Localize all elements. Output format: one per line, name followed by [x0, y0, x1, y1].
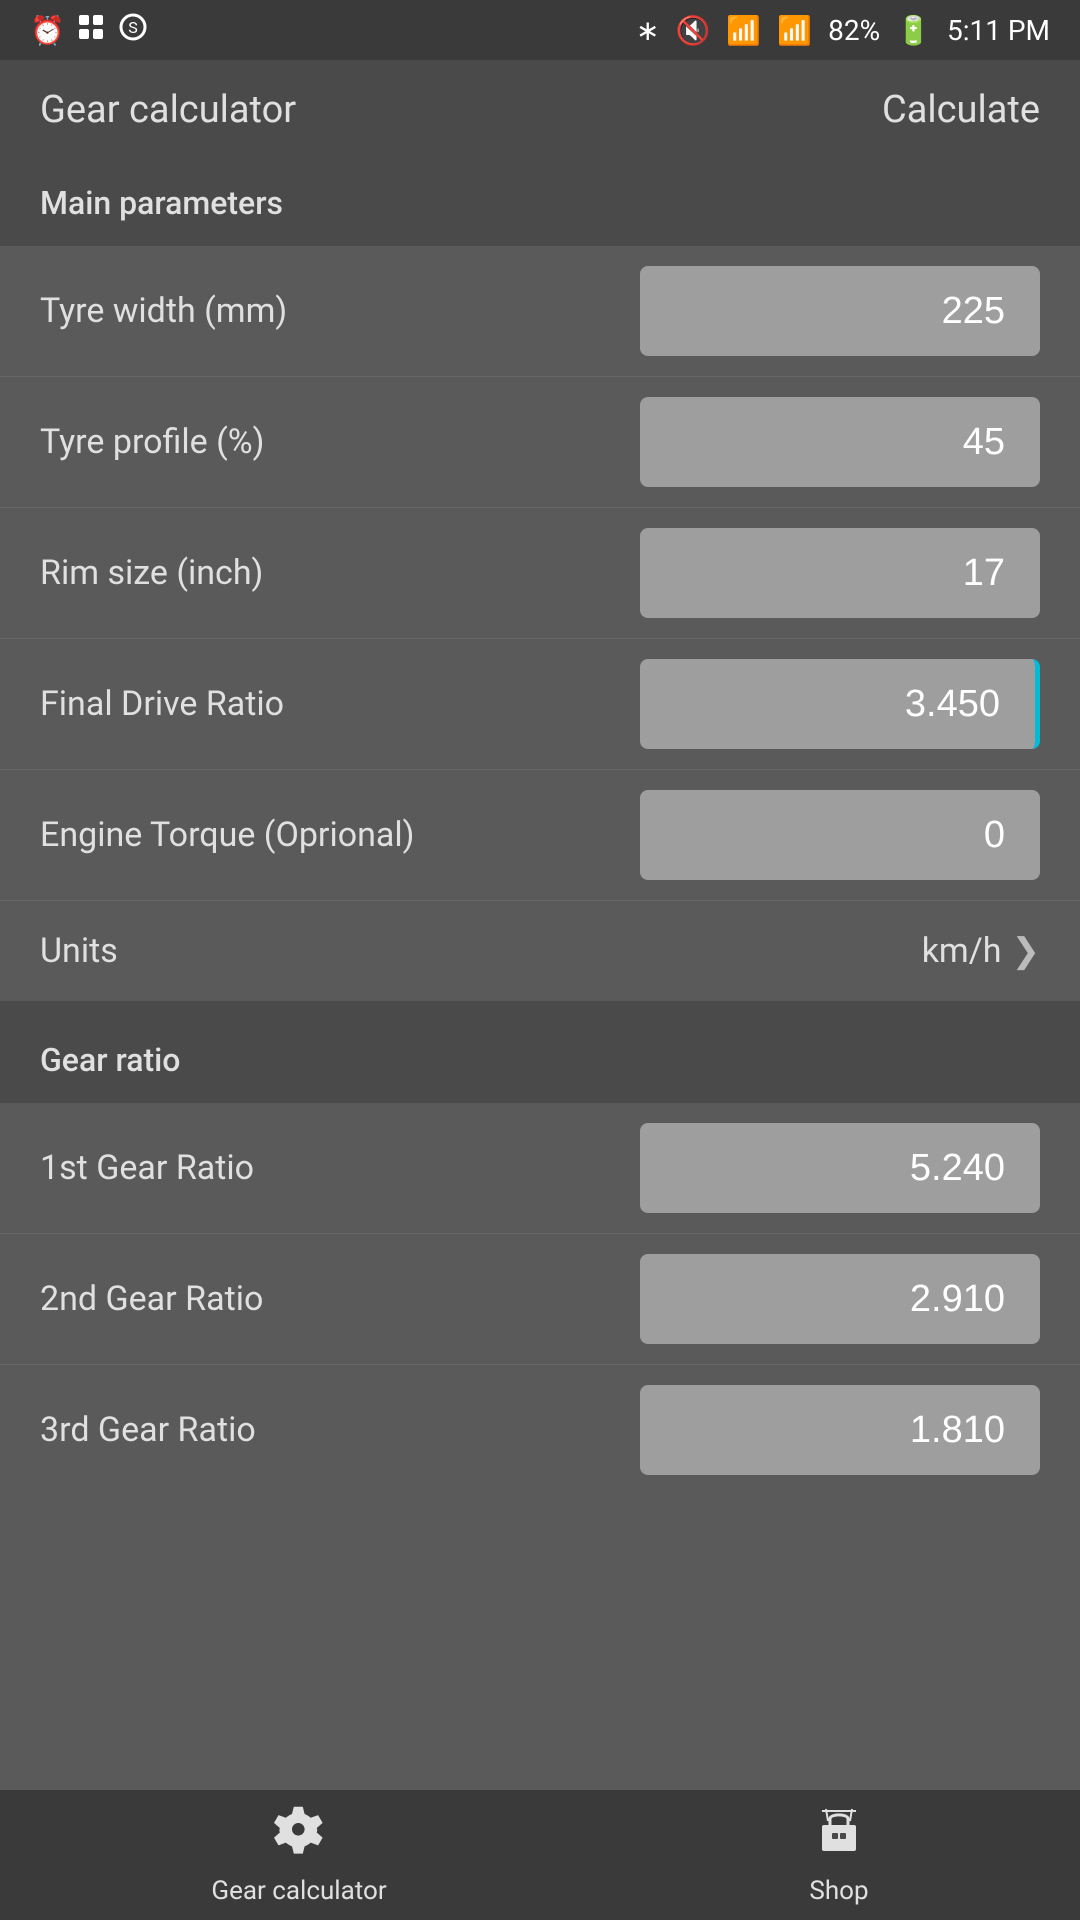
rim-size-label: Rim size (inch) — [40, 553, 640, 593]
tyre-profile-label: Tyre profile (%) — [40, 422, 640, 462]
status-bar: ⏰ S ∗ 🔇 📶 📶 82% 🔋 5:11 PM — [0, 0, 1080, 60]
nav-gear-calculator[interactable]: Gear calculator — [211, 1805, 386, 1906]
engine-torque-row: Engine Torque (Oprional) — [0, 770, 1080, 901]
nav-shop[interactable]: Shop — [809, 1805, 868, 1906]
status-bar-left: ⏰ S — [30, 11, 149, 50]
section-divider — [0, 1001, 1080, 1017]
battery-icon: 🔋 — [896, 14, 931, 47]
gear-calculator-icon — [274, 1805, 324, 1868]
tyre-profile-row: Tyre profile (%) — [0, 377, 1080, 508]
gear-3-label: 3rd Gear Ratio — [40, 1410, 640, 1450]
calculate-button[interactable]: Calculate — [882, 88, 1040, 132]
gear-2-row: 2nd Gear Ratio — [0, 1234, 1080, 1365]
app-bar: Gear calculator Calculate — [0, 60, 1080, 160]
nav-gear-calculator-label: Gear calculator — [211, 1876, 386, 1906]
content-area: Main parameters Tyre width (mm) Tyre pro… — [0, 160, 1080, 1635]
gear-2-input[interactable] — [640, 1254, 1040, 1344]
chevron-right-icon: ❯ — [1012, 931, 1041, 971]
tyre-width-label: Tyre width (mm) — [40, 291, 640, 331]
app-bar-title: Gear calculator — [40, 88, 296, 132]
time: 5:11 PM — [947, 14, 1050, 47]
tyre-width-input[interactable] — [640, 266, 1040, 356]
gear-1-row: 1st Gear Ratio — [0, 1103, 1080, 1234]
rim-size-row: Rim size (inch) — [0, 508, 1080, 639]
battery-percentage: 82% — [828, 14, 880, 47]
gear-ratio-header: Gear ratio — [0, 1017, 1080, 1103]
gear-1-label: 1st Gear Ratio — [40, 1148, 640, 1188]
units-row[interactable]: Units km/h ❯ — [0, 901, 1080, 1001]
shop-icon — [814, 1805, 864, 1868]
main-parameters-section: Tyre width (mm) Tyre profile (%) Rim siz… — [0, 246, 1080, 1001]
alarm-icon: ⏰ — [30, 14, 65, 47]
wifi-icon: 📶 — [726, 14, 761, 47]
notification-icon-2: S — [117, 11, 149, 50]
status-bar-right: ∗ 🔇 📶 📶 82% 🔋 5:11 PM — [636, 14, 1050, 47]
final-drive-row: Final Drive Ratio — [0, 639, 1080, 770]
engine-torque-label: Engine Torque (Oprional) — [40, 815, 640, 855]
rim-size-input[interactable] — [640, 528, 1040, 618]
gear-ratio-section: 1st Gear Ratio 2nd Gear Ratio 3rd Gear R… — [0, 1103, 1080, 1495]
tyre-width-row: Tyre width (mm) — [0, 246, 1080, 377]
tyre-profile-input[interactable] — [640, 397, 1040, 487]
final-drive-input[interactable] — [640, 659, 1040, 749]
bluetooth-icon: ∗ — [636, 14, 659, 47]
gear-2-label: 2nd Gear Ratio — [40, 1279, 640, 1319]
final-drive-label: Final Drive Ratio — [40, 684, 640, 724]
engine-torque-input[interactable] — [640, 790, 1040, 880]
gear-1-input[interactable] — [640, 1123, 1040, 1213]
units-value-selector[interactable]: km/h ❯ — [922, 931, 1040, 971]
gear-3-input[interactable] — [640, 1385, 1040, 1475]
nav-shop-label: Shop — [809, 1876, 868, 1906]
mute-icon: 🔇 — [675, 14, 710, 47]
signal-icon: 📶 — [777, 14, 812, 47]
bottom-navigation: Gear calculator Shop — [0, 1790, 1080, 1920]
units-value-text: km/h — [922, 931, 1002, 971]
svg-text:S: S — [128, 18, 138, 37]
notification-icon-1 — [75, 11, 107, 50]
main-parameters-header: Main parameters — [0, 160, 1080, 246]
gear-3-row: 3rd Gear Ratio — [0, 1365, 1080, 1495]
units-label: Units — [40, 931, 118, 971]
